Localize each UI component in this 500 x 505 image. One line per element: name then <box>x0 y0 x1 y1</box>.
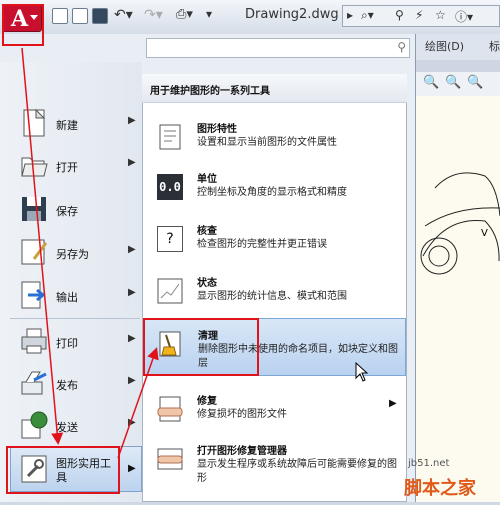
watermark-logo: 脚本之家 <box>404 478 476 499</box>
watermark-site: jb51.net <box>408 458 450 469</box>
annotation-arrows <box>21 47 159 459</box>
